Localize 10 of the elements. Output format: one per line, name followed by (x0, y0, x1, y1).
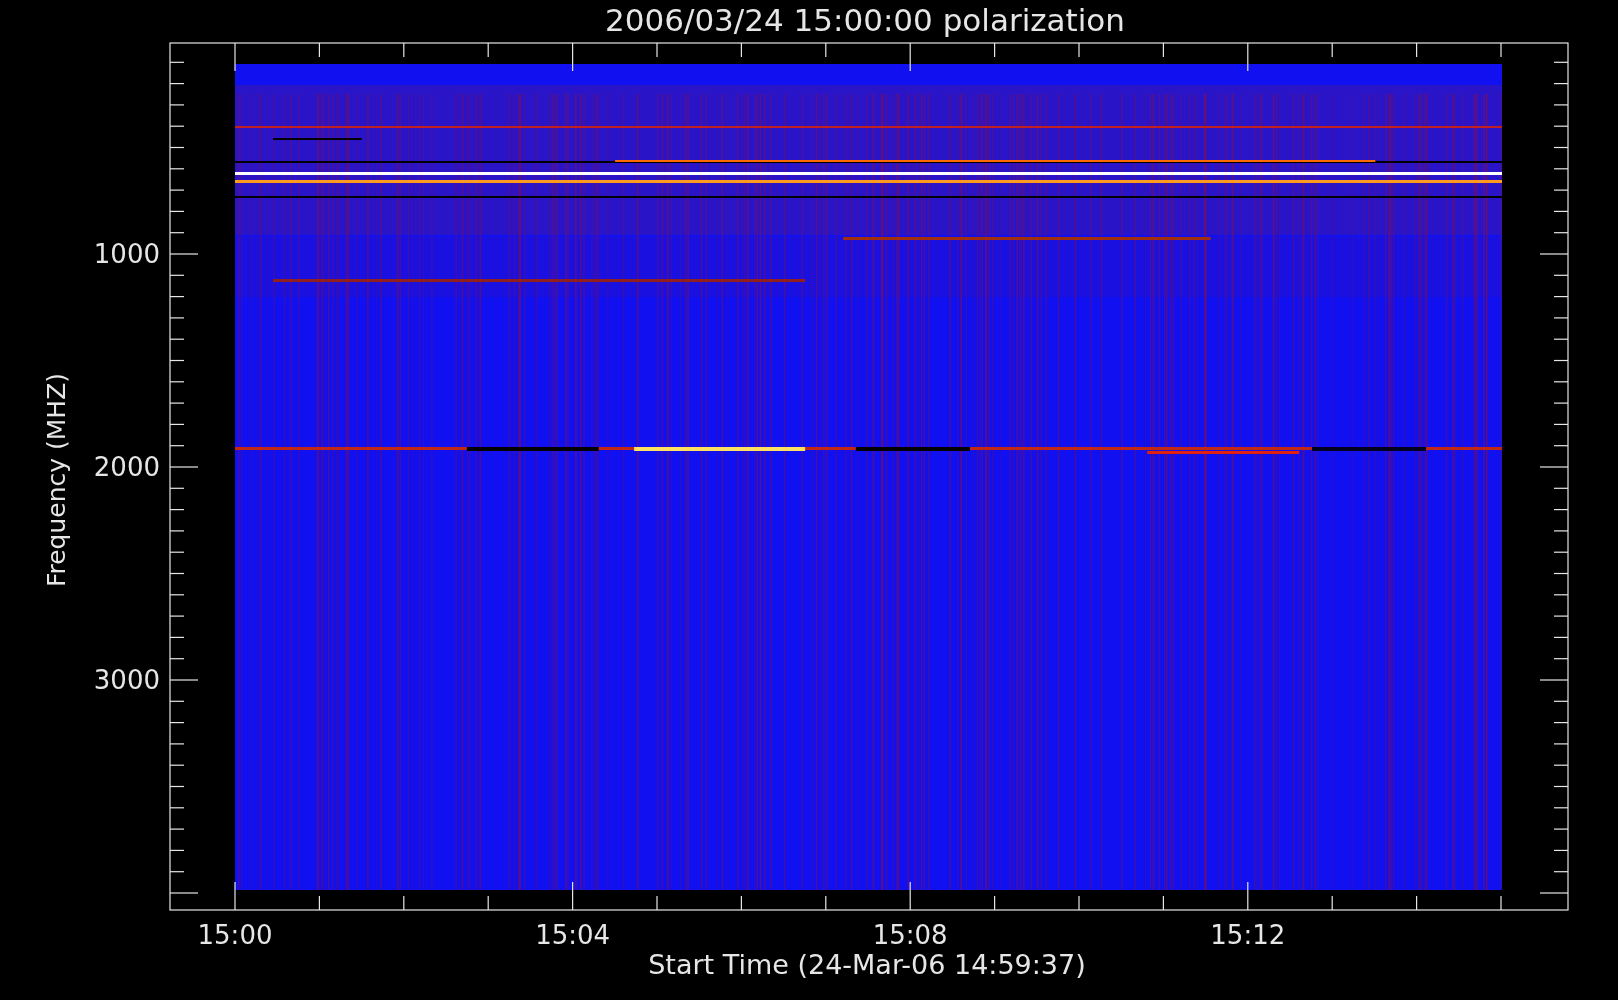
tick-label: 3000 (93, 665, 160, 695)
plot-title: 2006/03/24 15:00:00 polarization (605, 2, 1125, 38)
tick-label: 15:04 (535, 920, 611, 950)
axis-label: Frequency (MHZ) (42, 372, 71, 588)
tick-label: 15:00 (197, 920, 273, 950)
tick-label: 15:12 (1210, 920, 1286, 950)
tick-label: 1000 (93, 239, 160, 269)
tick-label: 15:08 (872, 920, 948, 950)
tick-label: 2000 (93, 452, 160, 482)
axis-label: Start Time (24-Mar-06 14:59:37) (648, 949, 1086, 980)
